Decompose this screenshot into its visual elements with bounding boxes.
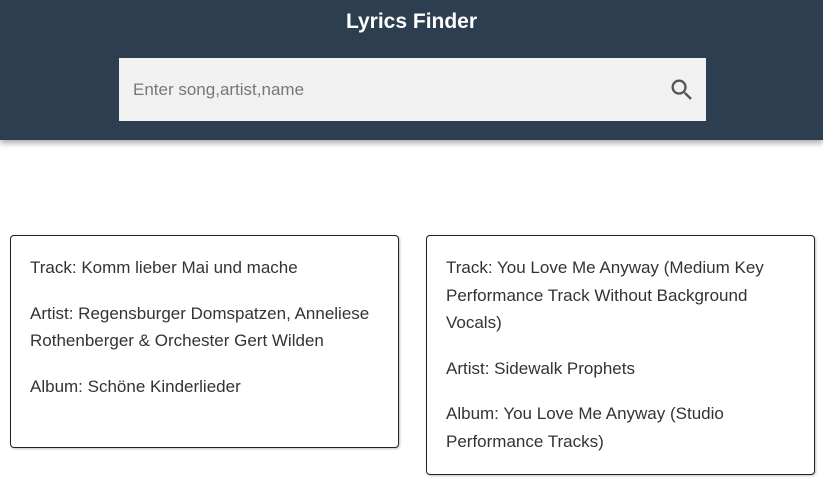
- artist-text: Artist: Sidewalk Prophets: [446, 358, 635, 378]
- app-title: Lyrics Finder: [345, 10, 478, 33]
- search-input[interactable]: [119, 58, 649, 121]
- artist-text: Artist: Regensburger Domspatzen, Annelie…: [30, 303, 370, 351]
- search-button[interactable]: [668, 76, 696, 104]
- album-text: Album: You Love Me Anyway (Studio Perfor…: [446, 404, 724, 451]
- result-card: Track: Komm lieber Mai und mache Artist:…: [10, 235, 399, 448]
- track-text: Track: You Love Me Anyway (Medium Key Pe…: [446, 258, 764, 332]
- track-text: Track: Komm lieber Mai und mache: [30, 258, 298, 277]
- album-text: Album: Schöne Kinderlieder: [30, 376, 241, 396]
- search-bar: [119, 58, 706, 121]
- result-card: Track: You Love Me Anyway (Medium Key Pe…: [426, 235, 815, 475]
- app-header: Lyrics Finder: [0, 0, 823, 140]
- search-icon: [671, 79, 692, 100]
